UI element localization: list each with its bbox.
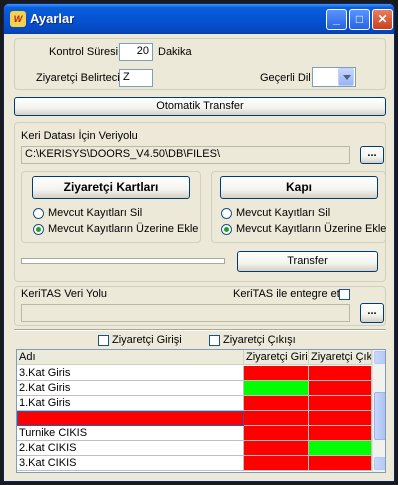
ziyaretci-girisi-label: Ziyaretçi Girişi bbox=[112, 334, 182, 346]
kapi-sil-radio[interactable] bbox=[221, 208, 232, 219]
veriyolu-browse-button[interactable]: ... bbox=[360, 146, 384, 164]
kontrol-suresi-input[interactable]: 20 bbox=[119, 43, 153, 61]
row-name-cell: Turnike CIKIS bbox=[17, 426, 244, 441]
kapi-ekle-radio[interactable] bbox=[221, 224, 232, 235]
row-cikis-status-cell[interactable] bbox=[309, 411, 372, 426]
column-header-cikis[interactable]: Ziyaretçi Çıkışı bbox=[309, 350, 372, 365]
row-name-cell bbox=[17, 411, 244, 426]
row-name-cell: 3.Kat CIKIS bbox=[17, 456, 244, 471]
row-cikis-status-cell[interactable] bbox=[309, 426, 372, 441]
close-button[interactable]: ✕ bbox=[372, 9, 393, 30]
table-row[interactable]: 3.Kat CIKIS bbox=[17, 456, 372, 471]
table-header: Adı Ziyaretçi Girişi Ziyaretçi Çıkışı bbox=[17, 350, 372, 365]
row-giris-status-cell[interactable] bbox=[244, 396, 309, 411]
row-cikis-status-cell[interactable] bbox=[309, 366, 372, 381]
row-giris-status-cell[interactable] bbox=[244, 426, 309, 441]
keritas-label: KeriTAS Veri Yolu bbox=[21, 288, 108, 300]
ziyaretci-kartlari-button[interactable]: Ziyaretçi Kartları bbox=[32, 176, 190, 199]
window-title: Ayarlar bbox=[30, 11, 75, 26]
ziyaretci-sil-label: Mevcut Kayıtları Sil bbox=[48, 207, 143, 219]
maximize-button[interactable]: □ bbox=[349, 9, 370, 30]
otomatik-transfer-button[interactable]: Otomatik Transfer bbox=[14, 97, 386, 116]
app-icon: W bbox=[10, 11, 26, 27]
kontrol-suresi-label: Kontrol Süresi bbox=[49, 46, 119, 58]
minimize-button[interactable]: _ bbox=[326, 9, 347, 30]
table-scrollbar[interactable] bbox=[372, 350, 385, 472]
chevron-down-icon[interactable] bbox=[338, 68, 354, 86]
transfer-button[interactable]: Transfer bbox=[237, 251, 378, 272]
ziyaretci-ekle-label: Mevcut Kayıtların Üzerine Ekle bbox=[48, 223, 199, 235]
keritas-entegre-checkbox[interactable] bbox=[339, 289, 350, 300]
column-header-giris[interactable]: Ziyaretçi Girişi bbox=[244, 350, 309, 365]
scroll-thumb[interactable] bbox=[374, 392, 385, 440]
keritas-path-field[interactable] bbox=[21, 304, 350, 322]
ziyaretci-ekle-radio[interactable] bbox=[33, 224, 44, 235]
row-giris-status-cell[interactable] bbox=[244, 411, 309, 426]
table-row[interactable]: 1.Kat Giris bbox=[17, 396, 372, 411]
row-name-cell: 3.Kat Giris bbox=[17, 366, 244, 381]
column-header-adi[interactable]: Adı bbox=[17, 350, 244, 365]
scroll-up-icon[interactable] bbox=[374, 351, 385, 364]
title-bar[interactable]: W Ayarlar _ □ ✕ bbox=[4, 4, 394, 34]
row-name-cell: 1.Kat Giris bbox=[17, 396, 244, 411]
scroll-down-icon[interactable] bbox=[374, 457, 385, 470]
ziyaretci-cikisi-label: Ziyaretçi Çıkışı bbox=[223, 334, 296, 346]
row-giris-status-cell[interactable] bbox=[244, 456, 309, 471]
row-cikis-status-cell[interactable] bbox=[309, 456, 372, 471]
table-row[interactable]: 2.Kat Giris bbox=[17, 381, 372, 396]
row-cikis-status-cell[interactable] bbox=[309, 396, 372, 411]
table-row[interactable] bbox=[17, 411, 372, 426]
keritas-browse-button[interactable]: ... bbox=[360, 303, 384, 323]
kapi-button[interactable]: Kapı bbox=[220, 176, 378, 199]
veriyolu-path-field[interactable]: C:\KERISYS\DOORS_V4.50\DB\FILES\ bbox=[21, 146, 350, 164]
row-name-cell: 2.Kat CIKIS bbox=[17, 441, 244, 456]
divider bbox=[14, 329, 386, 331]
door-list-table[interactable]: Adı Ziyaretçi Girişi Ziyaretçi Çıkışı 3.… bbox=[16, 349, 386, 473]
table-row[interactable]: 2.Kat CIKIS bbox=[17, 441, 372, 456]
ziyaretci-belirteci-input[interactable]: Z bbox=[119, 69, 153, 87]
table-row[interactable]: 3.Kat Giris bbox=[17, 366, 372, 381]
ziyaretci-girisi-checkbox[interactable] bbox=[98, 335, 109, 346]
row-cikis-status-cell[interactable] bbox=[309, 381, 372, 396]
table-row[interactable]: Turnike CIKIS bbox=[17, 426, 372, 441]
settings-window: W Ayarlar _ □ ✕ Kontrol Süresi 20 Dakika… bbox=[3, 3, 395, 482]
veriyolu-label: Keri Datası İçin Veriyolu bbox=[21, 130, 138, 142]
kapi-ekle-label: Mevcut Kayıtların Üzerine Ekle bbox=[236, 223, 387, 235]
transfer-progress-bar bbox=[21, 258, 225, 264]
keritas-entegre-label: KeriTAS ile entegre et bbox=[233, 288, 340, 300]
row-giris-status-cell[interactable] bbox=[244, 366, 309, 381]
ziyaretci-belirteci-label: Ziyaretçi Belirteci bbox=[36, 72, 120, 84]
kontrol-suresi-unit: Dakika bbox=[158, 46, 192, 58]
gecerli-dil-label: Geçerli Dil bbox=[260, 72, 311, 84]
ziyaretci-sil-radio[interactable] bbox=[33, 208, 44, 219]
ziyaretci-cikisi-checkbox[interactable] bbox=[209, 335, 220, 346]
row-cikis-status-cell[interactable] bbox=[309, 441, 372, 456]
row-giris-status-cell[interactable] bbox=[244, 441, 309, 456]
row-name-cell: 2.Kat Giris bbox=[17, 381, 244, 396]
kapi-sil-label: Mevcut Kayıtları Sil bbox=[236, 207, 331, 219]
row-giris-status-cell[interactable] bbox=[244, 381, 309, 396]
